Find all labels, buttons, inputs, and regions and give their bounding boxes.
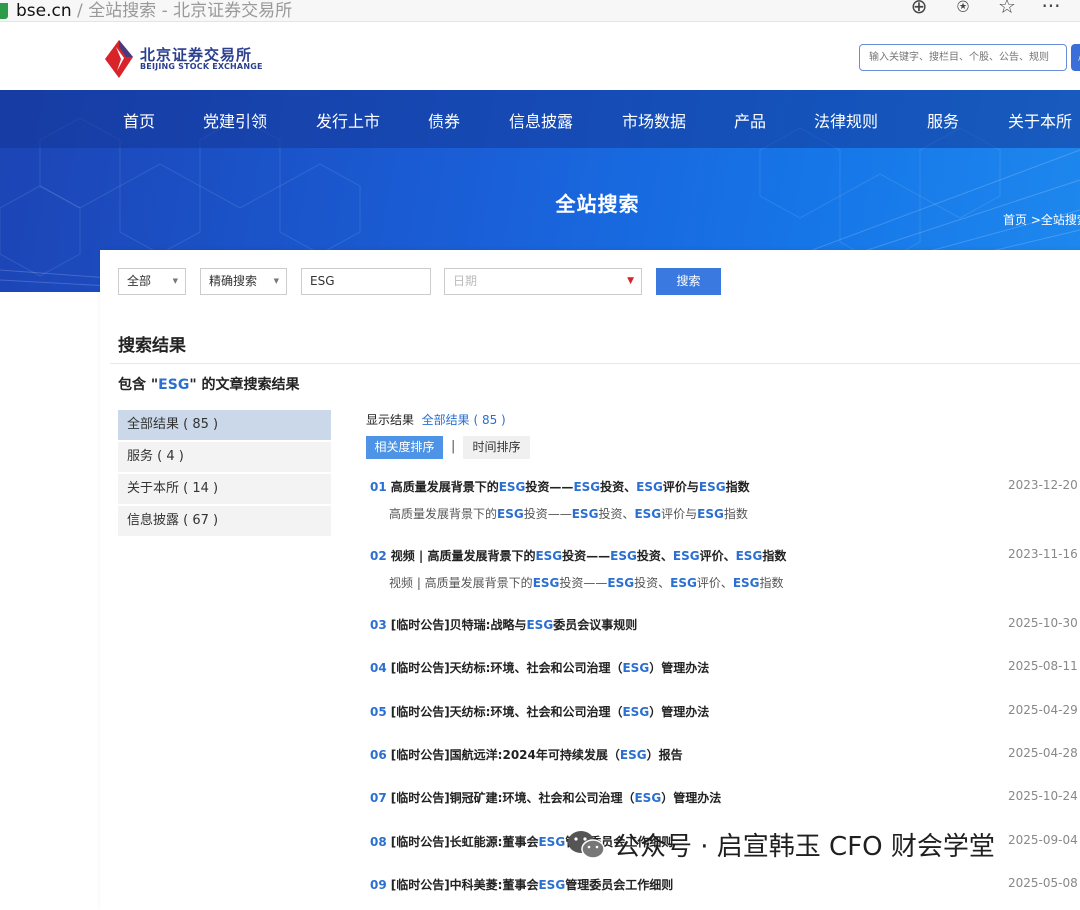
- result-title-text: [临时公告]铜冠矿建:环境、社会和公司治理（ESG）管理办法: [390, 791, 722, 805]
- keyword-input[interactable]: ESG: [301, 268, 431, 295]
- match-mode-select[interactable]: 精确搜索 ▼: [200, 268, 287, 295]
- result-title[interactable]: 05 [临时公告]天纺标:环境、社会和公司治理（ESG）管理办法: [370, 703, 709, 720]
- nav-listing[interactable]: 发行上市: [316, 108, 380, 132]
- breadcrumb[interactable]: 首页 >全站搜索: [1003, 211, 1080, 228]
- result-number: 06: [370, 748, 387, 762]
- category-about[interactable]: 关于本所 ( 14 ): [118, 474, 331, 504]
- nav-services[interactable]: 服务: [927, 108, 959, 132]
- result-snippet: 高质量发展背景下的ESG投资——ESG投资、ESG评价与ESG指数: [389, 507, 748, 521]
- result-title-text: [临时公告]天纺标:环境、社会和公司治理（ESG）管理办法: [390, 661, 710, 675]
- result-title-text: [临时公告]国航远洋:2024年可持续发展（ESG）报告: [390, 748, 683, 762]
- chevron-down-icon: ▼: [172, 277, 178, 285]
- secure-icon: [0, 3, 8, 19]
- sort-by-time[interactable]: 时间排序: [463, 436, 530, 459]
- result-title[interactable]: 03 [临时公告]贝特瑞:战略与ESG委员会议事规则: [370, 616, 637, 633]
- showing-label: 显示结果: [366, 413, 415, 427]
- wechat-icon: [568, 830, 605, 859]
- logo-text-en: BEIJING STOCK EXCHANGE: [140, 62, 263, 71]
- result-date: 2023-11-16: [1008, 547, 1078, 561]
- nav-products[interactable]: 产品: [734, 108, 766, 132]
- watermark-text: 公众号 · 启宣韩玉 CFO 财会学堂: [614, 832, 995, 862]
- nav-party-building[interactable]: 党建引领: [203, 108, 267, 132]
- result-number: 08: [370, 835, 387, 849]
- result-title[interactable]: 09 [临时公告]中科美菱:董事会ESG管理委员会工作细则: [370, 876, 673, 893]
- address-bar[interactable]: bse.cn / 全站搜索 - 北京证券交易所: [0, 0, 292, 21]
- more-icon[interactable]: ···: [1040, 0, 1062, 18]
- showing-value[interactable]: 全部结果 ( 85 ): [422, 413, 506, 427]
- result-title[interactable]: 02 视频 | 高质量发展背景下的ESG投资——ESG投资、ESG评价、ESG指数: [370, 547, 786, 564]
- category-all[interactable]: 全部结果 ( 85 ): [118, 410, 331, 440]
- wechat-watermark: 公众号 · 启宣韩玉 CFO 财会学堂: [566, 826, 995, 863]
- site-header: 北京证券交易所 BEIJING STOCK EXCHANGE ⌕: [0, 22, 1080, 90]
- scope-select[interactable]: 全部 ▼: [118, 268, 186, 295]
- site-search-input[interactable]: [860, 45, 1066, 70]
- result-title-text: 高质量发展背景下的ESG投资——ESG投资、ESG评价与ESG指数: [390, 480, 750, 494]
- result-title[interactable]: 01 高质量发展背景下的ESG投资——ESG投资、ESG评价与ESG指数: [370, 478, 750, 495]
- date-placeholder: 日期: [453, 274, 478, 288]
- search-button[interactable]: 搜索: [656, 268, 721, 295]
- nav-home[interactable]: 首页: [123, 108, 155, 132]
- date-picker[interactable]: 日期 ▼: [444, 268, 642, 295]
- result-number: 04: [370, 661, 387, 675]
- result-date: 2023-12-20: [1008, 478, 1078, 492]
- subheading-prefix: 包含 ": [118, 377, 159, 393]
- nav-disclosure[interactable]: 信息披露: [509, 108, 573, 132]
- bse-logo-icon[interactable]: [104, 39, 134, 79]
- showing-results: 显示结果 全部结果 ( 85 ): [366, 411, 506, 428]
- category-services[interactable]: 服务 ( 4 ): [118, 442, 331, 472]
- nav-market-data[interactable]: 市场数据: [622, 108, 686, 132]
- divider: [110, 363, 1080, 364]
- result-date: 2025-10-24: [1008, 789, 1078, 803]
- main-nav: 首页 党建引领 发行上市 债券 信息披露 市场数据 产品 法律规则 服务 关于本…: [0, 90, 1080, 148]
- site-search-box[interactable]: [859, 44, 1067, 71]
- nav-about[interactable]: 关于本所: [1008, 108, 1072, 132]
- result-title-text: 视频 | 高质量发展背景下的ESG投资——ESG投资、ESG评价、ESG指数: [390, 549, 787, 563]
- site-search-button[interactable]: ⌕: [1071, 44, 1080, 71]
- result-date: 2025-05-08: [1008, 876, 1078, 890]
- result-date: 2025-04-29: [1008, 703, 1078, 717]
- result-date: 2025-10-30: [1008, 616, 1078, 630]
- nav-bonds[interactable]: 债券: [428, 108, 460, 132]
- result-number: 05: [370, 705, 387, 719]
- page-title: 全站搜索: [555, 192, 640, 216]
- caret-down-icon: ▼: [627, 276, 634, 286]
- browser-toolbar: bse.cn / 全站搜索 - 北京证券交易所 ⊕ ⍟ ☆ ···: [0, 0, 1080, 22]
- results-heading: 搜索结果: [118, 336, 186, 356]
- keyword-value: ESG: [310, 274, 335, 288]
- result-date: 2025-08-11: [1008, 659, 1078, 673]
- result-title[interactable]: 04 [临时公告]天纺标:环境、社会和公司治理（ESG）管理办法: [370, 659, 709, 676]
- result-snippet: 视频 | 高质量发展背景下的ESG投资——ESG投资、ESG评价、ESG指数: [389, 576, 784, 590]
- result-title-text: [临时公告]天纺标:环境、社会和公司治理（ESG）管理办法: [390, 705, 710, 719]
- results-subheading: 包含 "ESG" 的文章搜索结果: [118, 374, 299, 394]
- scope-select-value: 全部: [127, 274, 152, 288]
- subheading-suffix: " 的文章搜索结果: [189, 377, 300, 393]
- nav-rules[interactable]: 法律规则: [814, 108, 878, 132]
- subheading-keyword: ESG: [158, 377, 190, 393]
- result-number: 03: [370, 618, 387, 632]
- star-icon[interactable]: ☆: [996, 0, 1018, 18]
- result-title[interactable]: 06 [临时公告]国航远洋:2024年可持续发展（ESG）报告: [370, 746, 683, 763]
- result-number: 07: [370, 791, 387, 805]
- result-number: 02: [370, 549, 387, 563]
- result-number: 01: [370, 480, 387, 494]
- chevron-down-icon: ▼: [273, 277, 279, 285]
- extension-icon[interactable]: ⍟: [952, 0, 974, 18]
- category-disclosure[interactable]: 信息披露 ( 67 ): [118, 506, 331, 536]
- zoom-icon[interactable]: ⊕: [908, 0, 930, 18]
- url-host: bse.cn: [16, 1, 72, 21]
- result-title-text: [临时公告]贝特瑞:战略与ESG委员会议事规则: [390, 618, 638, 632]
- result-date: 2025-09-04: [1008, 833, 1078, 847]
- match-mode-value: 精确搜索: [209, 274, 258, 288]
- page-tab-title: 全站搜索 - 北京证券交易所: [88, 1, 293, 21]
- sort-separator: |: [451, 439, 456, 454]
- result-date: 2025-04-28: [1008, 746, 1078, 760]
- result-title[interactable]: 07 [临时公告]铜冠矿建:环境、社会和公司治理（ESG）管理办法: [370, 789, 721, 806]
- url-separator: /: [71, 1, 89, 21]
- sort-by-relevance[interactable]: 相关度排序: [366, 436, 443, 459]
